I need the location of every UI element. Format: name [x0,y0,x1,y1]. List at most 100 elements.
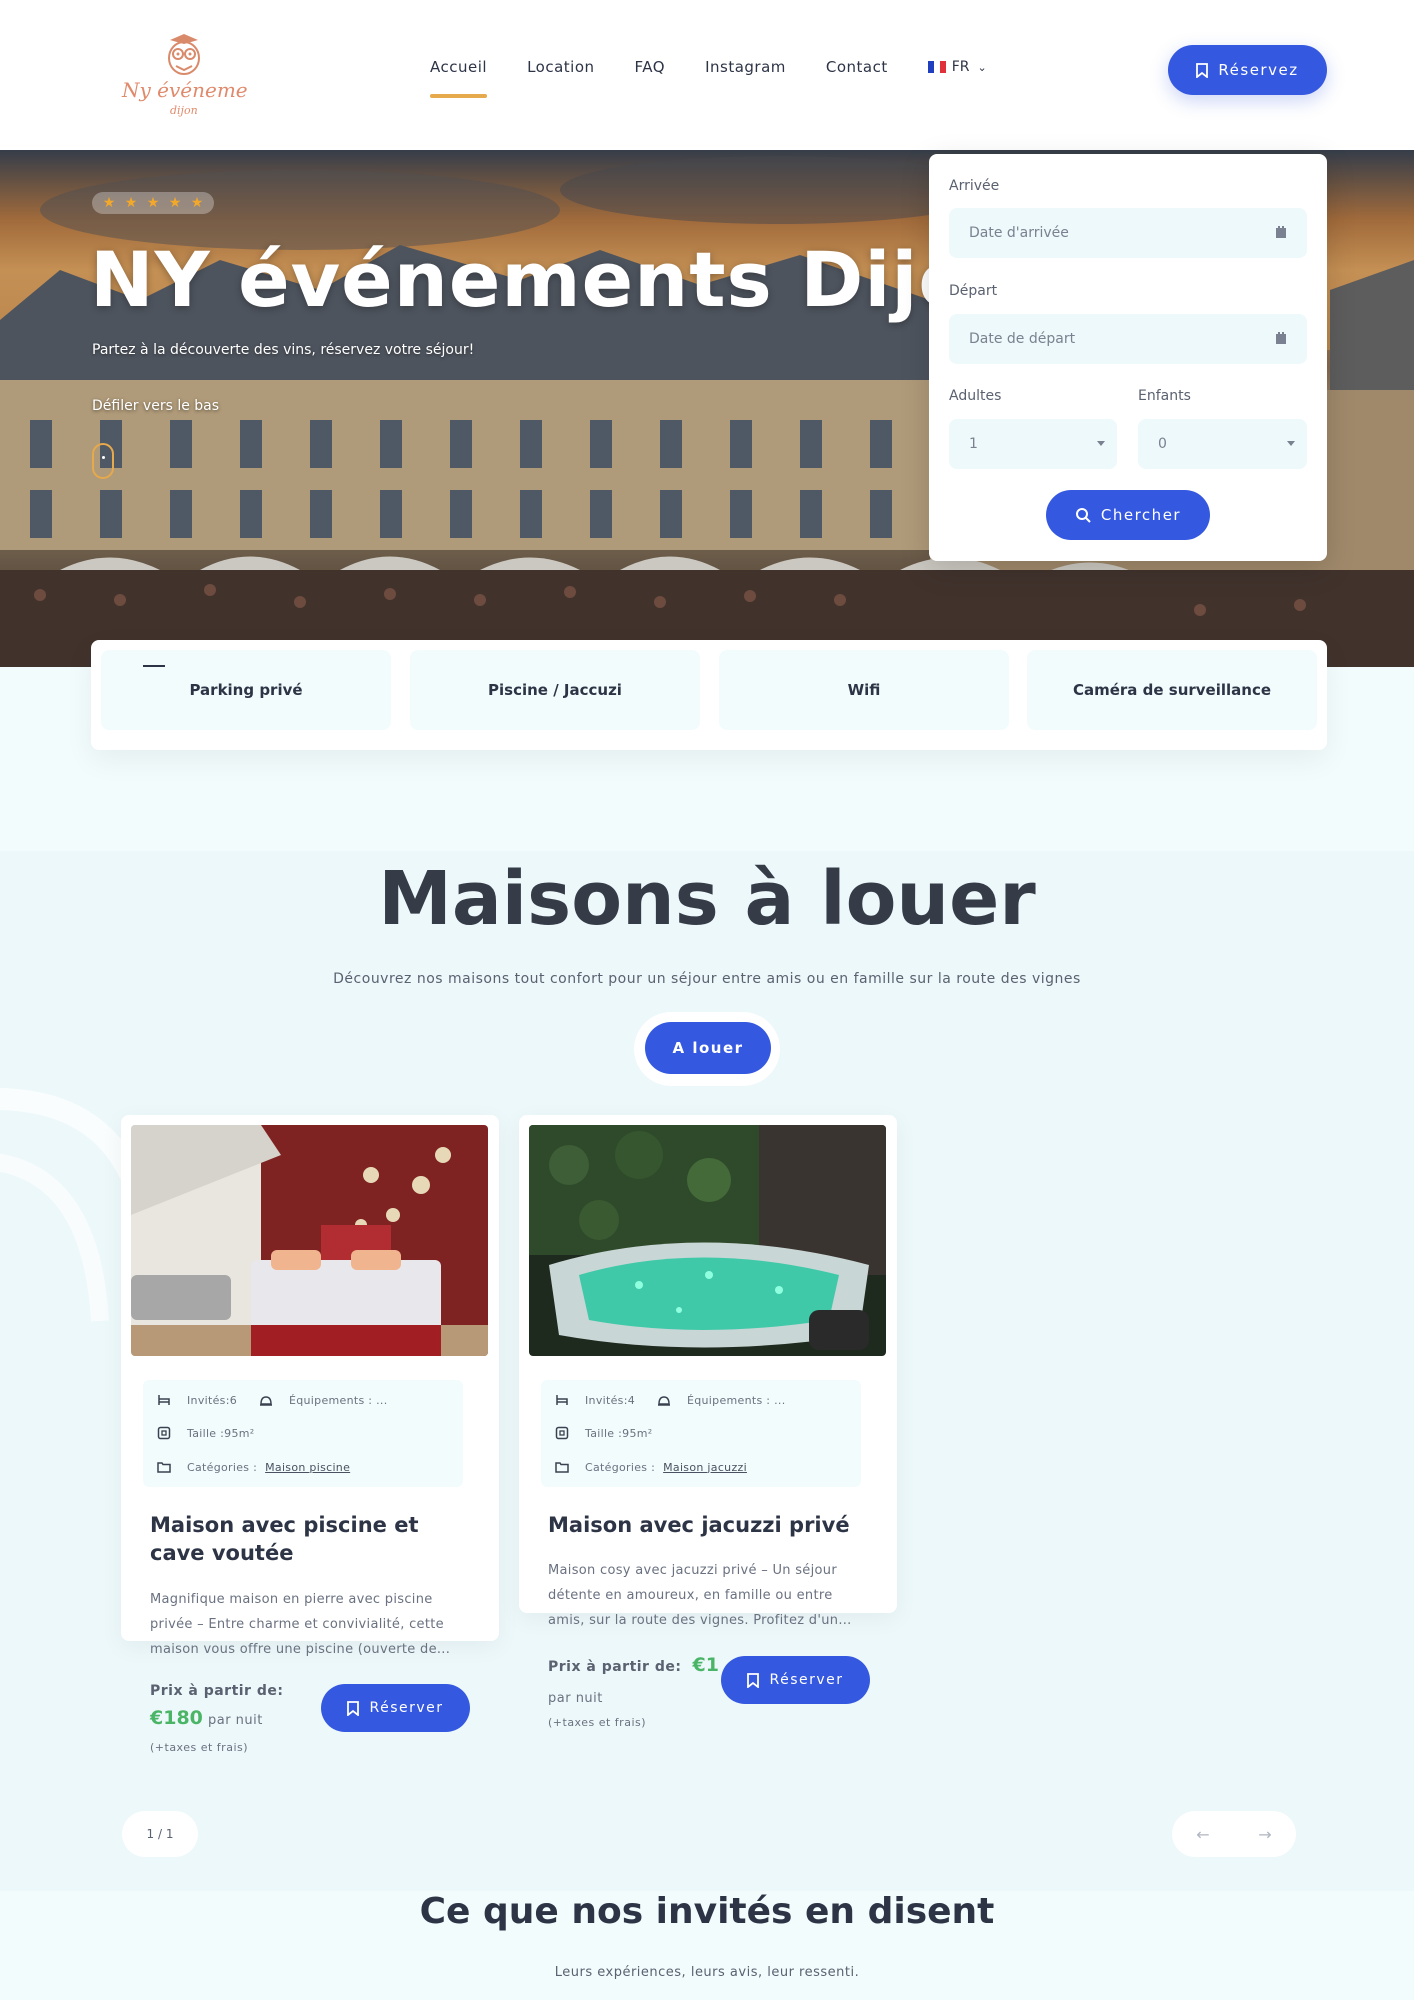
category-row: Catégories : Maison jacuzzi [555,1460,747,1474]
star-icon: ★ [168,195,182,211]
scroll-mouse-icon[interactable] [92,443,114,479]
guests-row: Invités:6 Équipements : ... [157,1393,388,1407]
guests-count: Invités:6 [187,1393,237,1407]
slider-arrows: ← → [1172,1811,1296,1857]
price-row: Prix à partir de: €1 [548,1654,719,1676]
house-card[interactable]: Invités:6 Équipements : ... Taille :95m²… [121,1115,499,1754]
site-header: Ny événement dijon Accueil Location FAQ … [0,0,1414,150]
feature-camera: Caméra de surveillance [1027,650,1317,730]
house-description: Maison cosy avec jacuzzi privé – Un séjo… [548,1563,852,1628]
categories-label: Catégories : [585,1460,656,1474]
size-row: Taille :95m² [555,1426,653,1440]
children-select[interactable]: 0 [1138,419,1307,469]
category-link[interactable]: Maison piscine [265,1461,350,1474]
reserve-header-button[interactable]: Réservez [1168,45,1327,95]
reserve-label: Réserver [369,1700,444,1716]
arrival-date-input[interactable]: Date d'arrivée [949,208,1307,258]
reserve-label: Réserver [769,1672,844,1688]
parking-icon [143,665,165,667]
language-code: FR [951,59,970,75]
feature-label: Wifi [847,681,881,699]
main-nav: Accueil Location FAQ Instagram Contact F… [430,58,987,98]
bookmark-icon [1196,62,1209,78]
house-card[interactable]: Invités:4 Équipements : ... Taille :95m²… [519,1115,897,1729]
reserve-button[interactable]: Réserver [721,1656,870,1704]
adults-select[interactable]: 1 [949,419,1117,469]
svg-text:Ny événement: Ny événement [121,78,248,102]
arrival-label: Arrivée [949,178,1000,194]
house-description: Magnifique maison en pierre avec piscine… [150,1592,451,1657]
price-note: (+taxes et frais) [150,1741,249,1754]
bedroom-photo [131,1125,488,1356]
price-value: €180 [150,1707,203,1729]
arrival-placeholder: Date d'arrivée [969,225,1069,241]
size-label: Taille :95m² [585,1426,653,1440]
section-subtitle: Découvrez nos maisons tout confort pour … [333,971,1081,987]
nav-faq[interactable]: FAQ [635,58,666,76]
reserve-button[interactable]: Réserver [321,1684,470,1732]
category-link[interactable]: Maison jacuzzi [663,1461,747,1474]
house-meta: Invités:4 Équipements : ... Taille :95m²… [541,1380,861,1487]
rating-stars: ★ ★ ★ ★ ★ [92,192,214,214]
booking-form: Arrivée Date d'arrivée Départ Date de dé… [929,154,1327,561]
equipment-label: Équipements : ... [687,1393,786,1407]
equipment-label: Équipements : ... [289,1393,388,1407]
jacuzzi-photo [529,1125,886,1356]
bed-icon [556,1395,568,1405]
guests-row: Invités:4 Équipements : ... [555,1393,786,1407]
scroll-hint: Défiler vers le bas [92,398,220,414]
house-title[interactable]: Maison avec jacuzzi privé [548,1511,868,1539]
language-selector[interactable]: FR ⌄ [927,59,987,75]
houses-section: Maisons à louer Découvrez nos maisons to… [0,851,1414,1891]
price-row: €180 par nuit [150,1707,263,1729]
bell-icon [260,1396,272,1406]
search-icon [1075,508,1091,523]
feature-label: Caméra de surveillance [1072,681,1272,699]
svg-text:dijon: dijon [170,104,198,117]
children-label: Enfants [1138,388,1191,404]
nav-instagram[interactable]: Instagram [705,58,786,76]
calendar-icon [1276,332,1286,344]
price-value: €1 [692,1654,719,1676]
adults-value: 1 [969,436,978,452]
hero-subtitle: Partez à la découverte des vins, réserve… [92,342,475,358]
testimonials-title: Ce que nos invités en disent [419,1891,995,1932]
departure-label: Départ [949,283,998,299]
nav-location[interactable]: Location [527,58,594,76]
site-logo[interactable]: Ny événement dijon [118,32,270,122]
reserve-header-label: Réservez [1218,61,1299,79]
departure-placeholder: Date de départ [969,331,1076,347]
rent-button[interactable]: A louer [645,1022,771,1074]
hero-title: NY événements Dijon [90,235,1027,324]
star-icon: ★ [102,195,116,211]
search-label: Chercher [1100,506,1182,524]
category-row: Catégories : Maison piscine [157,1460,350,1474]
house-photo-jacuzzi[interactable] [529,1125,886,1356]
price-label: Prix à partir de: [548,1659,682,1675]
price-unit: par nuit [548,1691,603,1706]
children-value: 0 [1158,436,1167,452]
adults-label: Adultes [949,388,1002,404]
size-row: Taille :95m² [157,1426,255,1440]
testimonials-subtitle: Leurs expériences, leurs avis, leur ress… [554,1965,860,1980]
search-button[interactable]: Chercher [1046,490,1210,540]
size-label: Taille :95m² [187,1426,255,1440]
categories-label: Catégories : [187,1460,258,1474]
nav-accueil[interactable]: Accueil [430,58,488,98]
caret-down-icon [1097,441,1105,446]
nav-contact[interactable]: Contact [826,58,888,76]
departure-date-input[interactable]: Date de départ [949,314,1307,364]
caret-down-icon [1287,441,1295,446]
feature-label: Parking privé [189,681,303,699]
house-title[interactable]: Maison avec piscine et cave voutée [150,1511,470,1567]
section-title: Maisons à louer [378,856,1036,942]
folder-icon [555,1462,569,1473]
amenities-bar: Parking privé Piscine / Jaccuzi Wifi Cam… [91,640,1327,750]
feature-pool: Piscine / Jaccuzi [410,650,700,730]
arrow-left-icon[interactable]: ← [1196,1825,1209,1844]
arrow-right-icon[interactable]: → [1258,1825,1271,1844]
size-icon [157,1426,171,1440]
calendar-icon [1276,226,1286,238]
house-photo-bedroom[interactable] [131,1125,488,1356]
bookmark-icon [347,1700,360,1716]
